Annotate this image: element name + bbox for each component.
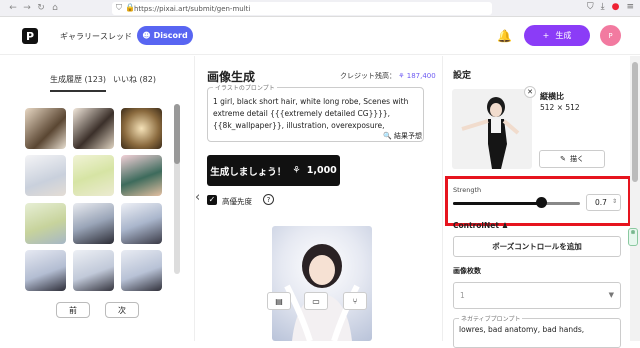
home-icon[interactable]: ⌂ [48, 3, 62, 13]
tab-likes[interactable]: いいね (82) [113, 74, 156, 85]
save-icon[interactable]: ▤ [267, 292, 291, 310]
history-scrollbar-thumb[interactable] [174, 104, 180, 164]
branch-icon[interactable]: ⑂ [343, 292, 367, 310]
history-thumbnail[interactable] [73, 108, 114, 149]
generate-header-button[interactable]: + 生成 [524, 25, 590, 46]
prev-page-button[interactable]: 前 [56, 302, 90, 318]
next-page-button[interactable]: 次 [105, 302, 139, 318]
generate-header-label: 生成 [555, 31, 572, 40]
nav-thread[interactable]: スレッド [100, 31, 132, 42]
help-icon[interactable]: ? [263, 194, 274, 205]
discord-icon: ☻ [142, 31, 151, 40]
image-icon[interactable]: ▭ [304, 292, 328, 310]
discord-label: Discord [153, 31, 188, 40]
person-icon: ♟ [501, 221, 509, 230]
settings-title: 設定 [453, 71, 472, 81]
notification-bell-icon[interactable]: 🔔 [497, 29, 512, 43]
history-thumbnail[interactable] [121, 250, 162, 291]
browser-extensions: ⛉ ⤓ ● ≡ [587, 2, 634, 12]
priority-label: 高優先度 [222, 197, 252, 206]
draw-button[interactable]: ✎ 描く [539, 150, 605, 168]
controlnet-label: ControlNet ♟ [453, 221, 508, 230]
add-pose-control-button[interactable]: ポーズコントロールを追加 [453, 236, 621, 257]
draw-label: 描く [569, 155, 584, 163]
lock-icon: 🔒 [125, 3, 135, 12]
credit-balance: クレジット残高： ⚘ 187,400 [340, 71, 436, 81]
history-thumbnail[interactable] [73, 203, 114, 244]
history-thumbnail[interactable] [25, 108, 66, 149]
negative-prompt-label: ネガティブプロンプト [459, 314, 523, 323]
history-panel [0, 56, 195, 341]
url-bar[interactable]: ⛉ 🔒 https://pixai.art/submit/gen-multi [112, 2, 492, 15]
page-scrollbar-thumb[interactable] [632, 62, 638, 182]
prompt-text[interactable]: 1 girl, black short hair, white long rob… [213, 96, 413, 133]
strength-label: Strength [453, 186, 482, 194]
history-thumbnail[interactable] [25, 250, 66, 291]
nav-gallery[interactable]: ギャラリー [60, 31, 100, 42]
stepper-icon[interactable]: ⇕ [612, 198, 617, 205]
reference-figure [461, 97, 520, 169]
credit-icon: ⚘ [292, 165, 301, 176]
tab-history[interactable]: 生成履歴 (123) [50, 74, 107, 92]
download-icon[interactable]: ⤓ [601, 2, 605, 12]
history-thumbnail[interactable] [25, 203, 66, 244]
side-extension-tab[interactable]: ⊗ [628, 228, 638, 246]
extension-icon[interactable]: ● [612, 2, 620, 12]
history-thumbnail[interactable] [121, 155, 162, 196]
menu-icon[interactable]: ≡ [626, 2, 634, 12]
shield-icon: ⛉ [116, 3, 122, 12]
image-count-label: 画像枚数 [453, 267, 481, 275]
search-icon: 🔍 [383, 132, 392, 140]
strength-value: 0.7 [595, 198, 607, 207]
credit-icon: ⚘ [398, 72, 405, 80]
browser-toolbar: ← → ↻ ⌂ ⛉ 🔒 https://pixai.art/submit/gen… [0, 0, 640, 17]
prompt-label: イラストのプロンプト [213, 83, 277, 92]
predict-button[interactable]: 🔍 結果予想 [383, 131, 422, 141]
reference-image[interactable] [452, 89, 532, 169]
strength-input[interactable]: 0.7 ⇕ [586, 194, 621, 211]
aspect-ratio-label: 縦横比 [540, 92, 564, 101]
image-count-select[interactable]: 1 ▼ [453, 282, 621, 309]
negative-prompt-text[interactable]: lowres, bad anatomy, bad hands, [459, 325, 584, 334]
history-thumbnail[interactable] [121, 108, 162, 149]
aspect-ratio-value: 512 × 512 [540, 103, 580, 112]
url-text: https://pixai.art/submit/gen-multi [134, 4, 251, 13]
forward-icon[interactable]: → [20, 3, 34, 13]
chevron-down-icon: ▼ [608, 291, 614, 299]
plus-icon: + [542, 31, 550, 40]
pencil-icon: ✎ [560, 155, 566, 163]
history-thumbnail[interactable] [73, 250, 114, 291]
history-thumbnail[interactable] [25, 155, 66, 196]
image-count-value: 1 [460, 291, 465, 300]
result-figure [284, 244, 360, 341]
generate-cost: 1,000 [306, 165, 337, 176]
app-header: P ギャラリー スレッド ☻ Discord 🔔 + 生成 P [0, 18, 640, 55]
result-image[interactable] [272, 226, 372, 341]
generate-button[interactable]: 生成しましょう！ ⚘ 1,000 [207, 155, 340, 186]
generate-label: 生成しましょう！ [210, 166, 287, 178]
history-thumbnail[interactable] [73, 155, 114, 196]
predict-label: 結果予想 [393, 132, 422, 140]
credit-value: 187,400 [406, 72, 436, 80]
pocket-icon[interactable]: ⛉ [587, 2, 594, 12]
controlnet-text: ControlNet [453, 221, 499, 230]
strength-slider-fill [453, 202, 542, 205]
discord-button[interactable]: ☻ Discord [137, 26, 193, 45]
avatar[interactable]: P [600, 25, 621, 46]
collapse-panel-icon[interactable]: ‹ [195, 190, 200, 205]
close-icon[interactable]: ✕ [524, 86, 536, 98]
history-thumbnail[interactable] [121, 203, 162, 244]
priority-checkbox[interactable]: ✓ [207, 195, 217, 205]
credit-label: クレジット残高： [340, 72, 396, 80]
logo[interactable]: P [22, 28, 38, 44]
back-icon[interactable]: ← [6, 3, 20, 13]
reload-icon[interactable]: ↻ [34, 3, 48, 13]
